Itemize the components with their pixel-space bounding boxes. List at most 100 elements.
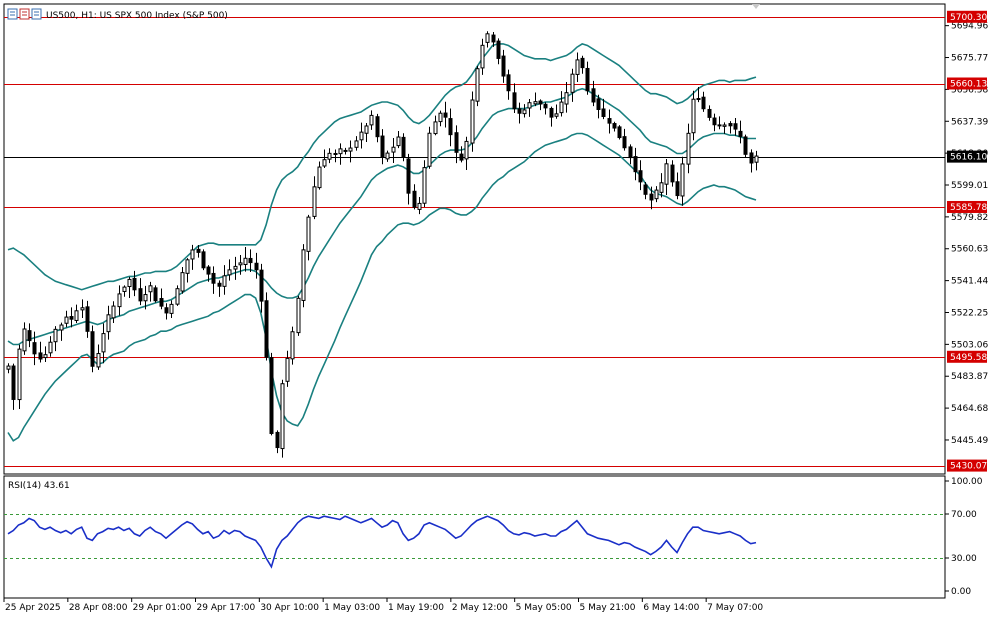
- candle-body: [53, 328, 58, 343]
- candle: [470, 91, 475, 152]
- level-tag: 5660.13: [947, 77, 987, 90]
- candle-body: [259, 269, 264, 302]
- price-tick-label: 5675.77: [951, 54, 988, 64]
- chart-type-icon[interactable]: [7, 8, 18, 20]
- candle-body: [32, 342, 37, 355]
- symbol-header: US500, H1: US SPX 500 Index (S&P 500): [7, 8, 228, 21]
- time-tick-label: 28 Apr 08:00: [69, 603, 128, 613]
- time-tick-label: 1 May 19:00: [388, 603, 444, 613]
- indicator-list-icon[interactable]: [19, 8, 30, 20]
- candle-body: [338, 148, 343, 155]
- time-x-axis: 25 Apr 2025 28 Apr 08:00 29 Apr 01:00 29 Ap…: [3, 598, 763, 613]
- candle-body: [470, 99, 475, 144]
- rsi-tick-label: 100.00: [951, 477, 983, 487]
- candle-body: [728, 123, 733, 127]
- candle-body: [169, 303, 174, 314]
- candle-body: [749, 152, 754, 164]
- candle-body: [354, 140, 359, 148]
- price-tick-label: 5599.01: [951, 181, 988, 191]
- candle-body: [143, 294, 148, 302]
- price-tick-label: 5522.25: [951, 308, 988, 318]
- candle-body: [101, 333, 106, 353]
- candle-body: [322, 159, 327, 167]
- candle-body: [564, 92, 569, 105]
- candle-body: [275, 431, 280, 449]
- candle-body: [633, 156, 638, 173]
- candle-body: [454, 132, 459, 153]
- candle-body: [459, 153, 464, 161]
- candle-body: [659, 182, 664, 193]
- level-tag-label: 5660.13: [950, 80, 987, 90]
- candle-body: [190, 249, 195, 260]
- candle-body: [480, 44, 485, 69]
- candle-body: [254, 262, 259, 271]
- current-price-tag: 5616.10: [947, 150, 987, 163]
- level-tag: 5430.07: [947, 459, 987, 472]
- rsi-y-axis: 100.00 70.00 30.00 0.00: [945, 477, 983, 597]
- candle-body: [506, 74, 511, 92]
- candle-body: [391, 146, 396, 153]
- price-tick-label: 5579.82: [951, 213, 988, 223]
- candle-body: [111, 305, 116, 319]
- candle-body: [701, 96, 706, 110]
- candle-body: [269, 357, 274, 434]
- candle-body: [622, 136, 627, 149]
- candle-body: [317, 166, 322, 189]
- candle-body: [164, 307, 169, 314]
- time-tick-label: 5 May 05:00: [516, 603, 572, 613]
- candle-body: [27, 330, 32, 342]
- object-list-icon[interactable]: [31, 8, 42, 20]
- candle-body: [743, 136, 748, 155]
- candle-body: [649, 193, 654, 201]
- price-tick-label: 5445.49: [951, 436, 988, 446]
- level-tag-label: 5585.78: [950, 203, 987, 213]
- candle-body: [612, 123, 617, 129]
- price-tick-label: 5503.06: [951, 340, 988, 350]
- candle: [427, 126, 432, 169]
- candle-body: [327, 152, 332, 160]
- candle-body: [59, 324, 64, 331]
- candle-body: [312, 186, 317, 217]
- candle-body: [290, 331, 295, 360]
- candle-body: [533, 101, 538, 105]
- candle-body: [464, 140, 469, 160]
- candle: [90, 325, 95, 373]
- candle-body: [575, 59, 580, 75]
- candle-body: [617, 126, 622, 139]
- candle: [422, 160, 427, 208]
- candle: [153, 285, 158, 303]
- candle: [475, 65, 480, 107]
- price-tags: 5700.30 5660.13 5585.78 5495.58 5430.07 5616.…: [947, 10, 987, 472]
- candle-body: [385, 152, 390, 160]
- candle-body: [559, 101, 564, 114]
- candle: [743, 134, 748, 158]
- candle-body: [496, 40, 501, 59]
- candle-body: [580, 57, 585, 69]
- candle-body: [670, 164, 675, 183]
- candle-body: [159, 298, 164, 307]
- time-tick-label: 5 May 21:00: [580, 603, 636, 613]
- level-tag-label: 5495.58: [950, 353, 987, 363]
- candle-body: [43, 354, 48, 359]
- rsi-title: RSI(14) 43.61: [8, 481, 70, 491]
- candle-body: [585, 67, 590, 92]
- candle-body: [675, 181, 680, 197]
- candle-body: [549, 107, 554, 118]
- candle: [301, 244, 306, 308]
- candle-body: [501, 55, 506, 77]
- time-tick-label: 7 May 07:00: [707, 603, 763, 613]
- candle-body: [48, 341, 53, 354]
- time-tick-label: 29 Apr 01:00: [133, 603, 192, 613]
- time-tick-label: 29 Apr 17:00: [197, 603, 256, 613]
- candle-body: [707, 108, 712, 118]
- price-tick-label: 5541.44: [951, 277, 988, 287]
- candle-body: [417, 202, 422, 210]
- candle-body: [680, 163, 685, 197]
- candle-body: [80, 307, 85, 311]
- candle-body: [443, 112, 448, 118]
- candle-body: [122, 286, 127, 292]
- candle-body: [654, 189, 659, 200]
- candle-body: [211, 272, 216, 284]
- price-pane-frame: [3, 3, 946, 475]
- price-tick-label: 5694.96: [951, 22, 988, 32]
